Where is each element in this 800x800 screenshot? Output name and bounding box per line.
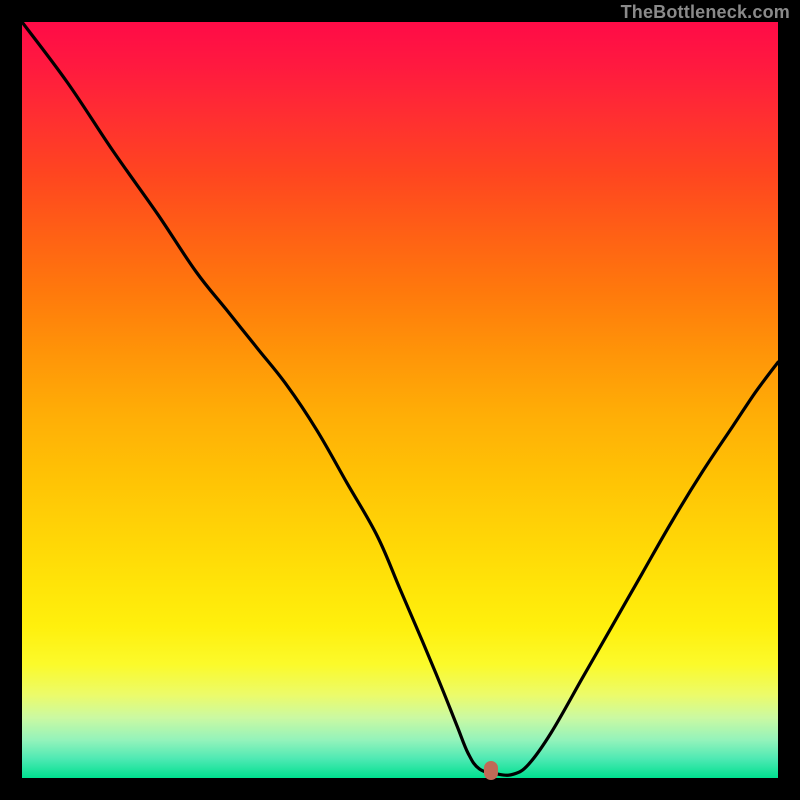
optimum-marker <box>484 761 498 780</box>
watermark-text: TheBottleneck.com <box>621 2 790 23</box>
plot-area <box>22 22 778 778</box>
chart-frame: TheBottleneck.com <box>0 0 800 800</box>
bottleneck-curve <box>22 22 778 778</box>
curve-path <box>22 22 778 775</box>
